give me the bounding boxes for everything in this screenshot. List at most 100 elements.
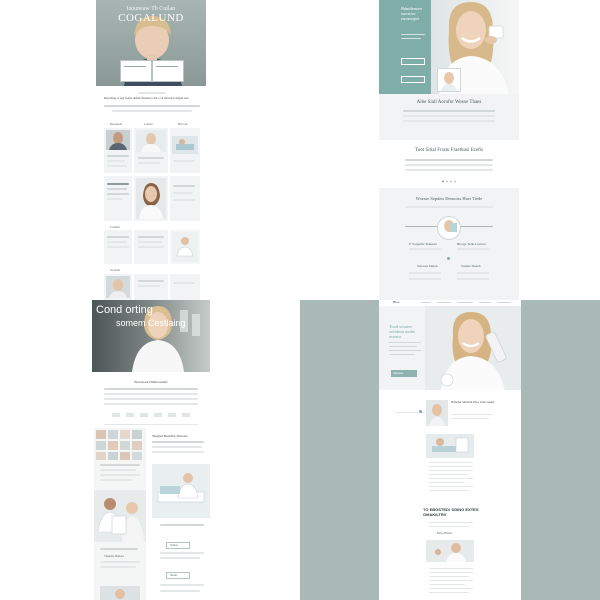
headline-text (429, 526, 469, 527)
product-grid (96, 430, 142, 460)
intro-heading: Descaling of sug bonne duferis Dentarra … (104, 96, 189, 100)
nav-brand[interactable]: Bloe (393, 300, 400, 304)
band-title: Aibe Siail Aorufor Wesne Thaes (416, 100, 482, 105)
mockup-1: Isuuneaw Th Cuilan COGALUND Descaling of… (0, 0, 300, 300)
treatment-photo-icon (172, 136, 198, 154)
column-text (152, 451, 204, 453)
column-text (152, 446, 202, 448)
card-text (173, 199, 195, 201)
card-text (138, 157, 164, 159)
news-dot-icon (419, 410, 422, 413)
mockup-3: Cond orting somem Cestlaing Brestavek Di… (0, 300, 300, 600)
hero-text (401, 38, 421, 39)
right-heading: Sfugdal Buntfior Stursere (152, 434, 188, 438)
nav-link[interactable] (497, 302, 511, 303)
column-text (160, 552, 204, 554)
woman-portrait-icon (106, 276, 130, 298)
hero-card-right[interactable] (152, 60, 184, 82)
button-label: Sabrse (170, 543, 178, 547)
hero-button-secondary[interactable] (401, 76, 425, 83)
portrait-thumbnail (100, 586, 140, 600)
hero-button[interactable] (401, 58, 425, 65)
hero-card-left[interactable] (120, 60, 152, 82)
card-text (107, 165, 127, 167)
column-text (100, 474, 140, 476)
button-label: Stenu (170, 573, 177, 577)
headline-text (429, 522, 473, 523)
section-text (104, 393, 198, 395)
col-label: Seroaur Sialen (417, 264, 438, 268)
news-text (429, 462, 473, 463)
nav-link[interactable] (437, 302, 451, 303)
col-text (409, 278, 441, 280)
column-text (100, 464, 140, 466)
left-button[interactable]: Thensile Buttaro (104, 554, 124, 558)
section2-text (405, 164, 493, 166)
profile-thumbnail[interactable] (437, 68, 461, 92)
news-text (429, 584, 465, 585)
card-text (107, 193, 129, 195)
card[interactable] (170, 274, 200, 300)
band-text (403, 115, 495, 117)
nav-link[interactable] (421, 302, 431, 303)
hero-title: Bdatdeazen naestive eansnapet (401, 6, 422, 21)
nav-link[interactable] (457, 302, 473, 303)
column-text (160, 524, 204, 526)
smiling-woman-icon (425, 306, 521, 390)
hero-text (389, 354, 415, 355)
card-text (107, 155, 129, 157)
intro-text (112, 110, 192, 112)
news-text (451, 418, 489, 419)
hero-text (401, 34, 425, 35)
card-text (107, 198, 123, 200)
card-text (138, 236, 164, 238)
section-text (104, 398, 198, 400)
hero-line-2: somem Cestlaing (116, 318, 186, 328)
headline: TO EBOSTED! SGING EXTES GMAKILTRV (423, 507, 479, 517)
hero-text (389, 346, 417, 347)
news-thumbnail[interactable] (426, 400, 448, 426)
card-text (107, 236, 129, 238)
card-label: Coulind (110, 225, 120, 229)
hero-card-text (124, 66, 146, 67)
section-title: Brestavek Dimnaosetfir (134, 380, 168, 384)
card-text (138, 162, 160, 164)
hero-card-text (156, 66, 178, 67)
hero-text (389, 350, 421, 351)
col-label: Blorge Tede Louvrer (457, 242, 487, 246)
news-text (429, 466, 473, 467)
col-text (409, 272, 441, 274)
feature-photo (437, 216, 461, 240)
mockup-2-hero: Bdatdeazen naestive eansnapet (379, 0, 519, 94)
news-text (429, 576, 469, 577)
col-text (457, 272, 489, 274)
hero-text (389, 342, 421, 343)
card-text (173, 160, 195, 162)
hero: Tood sroutee sofidesu niohe aseutw Sides… (379, 306, 521, 390)
column-text (160, 590, 200, 592)
cta-label: Sidesuer (393, 371, 404, 375)
column-text (100, 548, 138, 550)
section2-title: Tuot Sitial Frsstu Fraethusi Ezefis (414, 148, 484, 153)
card-text (107, 188, 127, 190)
card-text (138, 246, 164, 248)
clinician-photo-icon[interactable] (426, 540, 474, 562)
treatment-room-photo-icon (152, 464, 210, 518)
carousel-dots[interactable] (441, 180, 457, 183)
card[interactable] (134, 274, 168, 300)
nav-link[interactable] (479, 302, 491, 303)
news-text (429, 474, 469, 475)
card-text (107, 246, 129, 248)
mockup-2-section3: Wseare Sepdetr Drenoiss Haer Tiede E Sor… (379, 188, 519, 300)
card-text (173, 185, 195, 187)
icon-row[interactable] (112, 412, 190, 418)
news-text (429, 580, 473, 581)
column-text (100, 479, 132, 481)
col-label: E Sorpertlr Telenser (409, 242, 438, 246)
card-text (107, 183, 129, 185)
procedure-photo-icon[interactable] (426, 434, 474, 458)
column-text (100, 561, 140, 563)
section-text (104, 403, 198, 405)
card-text (173, 282, 195, 284)
news-text (429, 478, 473, 479)
